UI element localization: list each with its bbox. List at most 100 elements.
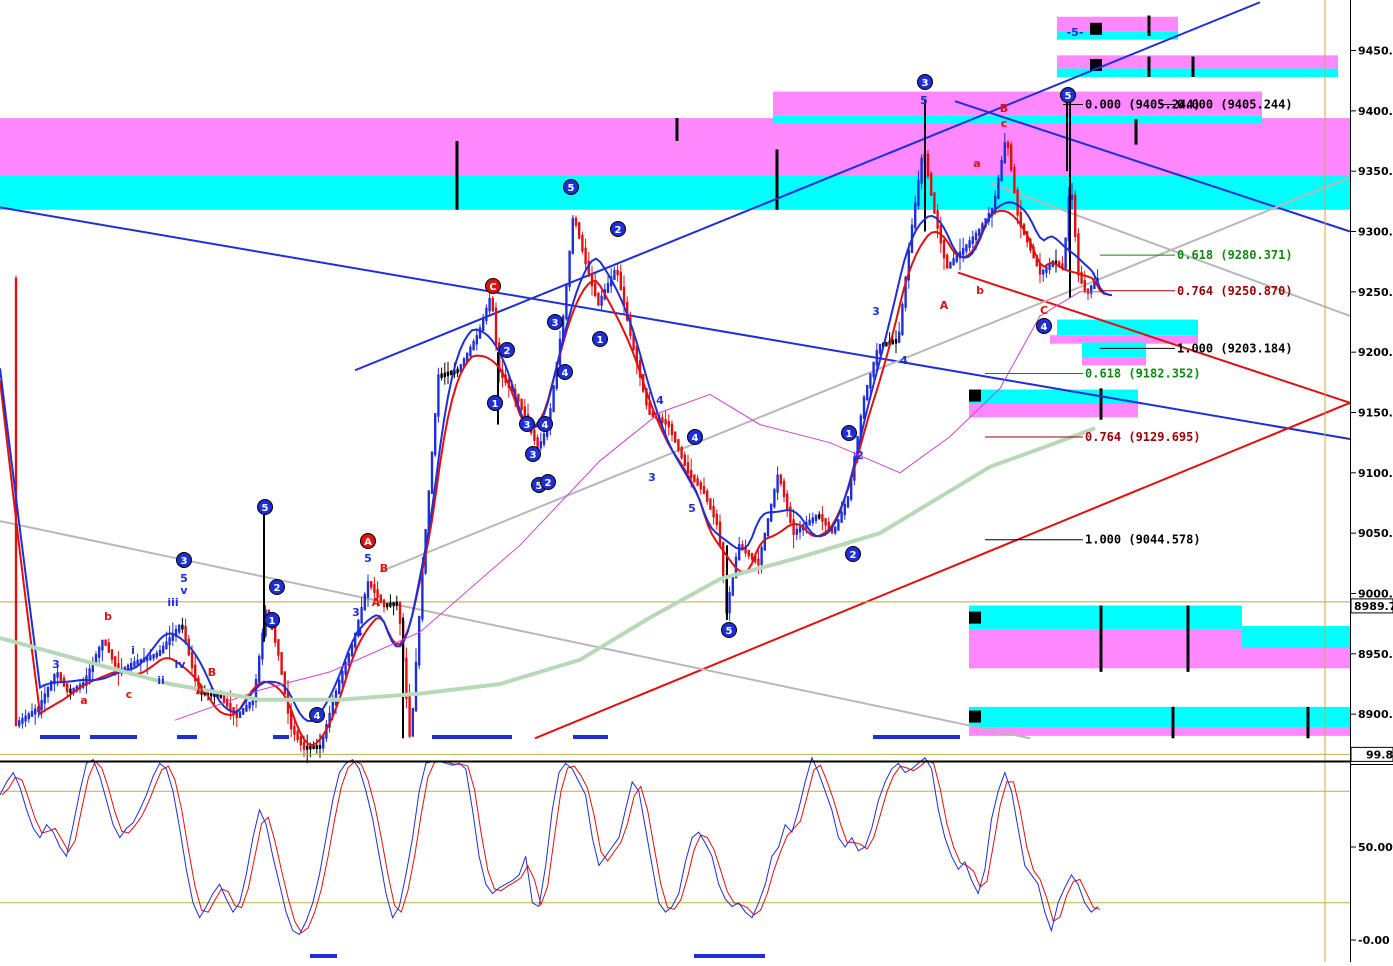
candle-body-221 <box>722 542 725 580</box>
candle-body-226 <box>738 544 741 561</box>
wave-text-41: A <box>372 596 381 609</box>
candle-body-123 <box>408 695 411 737</box>
candle-body-31 <box>114 656 117 667</box>
candle-body-132 <box>437 374 440 417</box>
candle-body-310 <box>1006 142 1010 149</box>
wave-circle-text-5: 2 <box>615 225 622 236</box>
price-tick-label-6: 9150.00 <box>1358 406 1393 419</box>
candle-body-65 <box>222 694 226 703</box>
candle-body-148 <box>488 297 491 312</box>
candle-body-165 <box>542 433 546 445</box>
wave-circle-text-7: 3 <box>552 318 559 329</box>
candle-body-219 <box>715 513 718 526</box>
fib-label-2: 0.618 (9280.371) <box>1177 248 1293 262</box>
candle-body-331 <box>1074 194 1077 237</box>
candle-body-111 <box>370 581 373 588</box>
wave-circle-text-23: 4 <box>1041 322 1048 333</box>
time-mark-1 <box>90 735 137 739</box>
candle-body-110 <box>366 581 370 598</box>
zone-marker-2 <box>969 389 981 402</box>
wave-text-28: v <box>180 584 188 597</box>
candle-body-44 <box>155 652 158 658</box>
candle-body-242 <box>789 506 792 523</box>
candle-body-45 <box>158 649 162 657</box>
candle-body-117 <box>389 602 392 607</box>
wave-text-33: 3 <box>52 658 60 671</box>
candle-body-73 <box>248 701 251 709</box>
candle-body-311 <box>1010 144 1013 171</box>
candle-body-124 <box>411 707 414 737</box>
candle-body-94 <box>315 745 318 750</box>
wave-circle-text-0: 3 <box>181 556 188 567</box>
candle-body-183 <box>600 295 603 306</box>
fib-label-1: 0.000 (9405.244) <box>1177 98 1293 112</box>
candle-body-187 <box>613 269 616 280</box>
candle-body-249 <box>811 517 814 524</box>
candle-body-267 <box>869 373 872 389</box>
candle-body-230 <box>750 552 754 560</box>
candle-body-82 <box>277 639 280 656</box>
candle-body-277 <box>901 304 904 336</box>
candle-body-256 <box>834 526 837 534</box>
wave-text-53: B <box>1000 102 1008 115</box>
candle-body-93 <box>312 745 315 750</box>
wave-circle-text-9: 2 <box>504 346 511 357</box>
zone-rect-12 <box>969 389 1138 405</box>
candle-body-134 <box>443 372 446 378</box>
candle-body-275 <box>894 339 898 344</box>
candle-body-66 <box>226 698 229 707</box>
candle-body-300 <box>974 232 978 241</box>
candle-body-312 <box>1013 166 1016 194</box>
candle-body-269 <box>875 350 878 366</box>
candle-body-175 <box>574 217 578 226</box>
wave-circle-text-16: 3 <box>524 420 531 431</box>
candle-body-115 <box>382 599 386 608</box>
candle-body-172 <box>565 283 568 320</box>
candle-body-28 <box>104 639 107 646</box>
wave-text-45: 3 <box>648 471 656 484</box>
fib-label-4: 1.000 (9203.184) <box>1177 341 1293 355</box>
candle-body-135 <box>446 371 450 377</box>
candle-body-147 <box>485 307 488 322</box>
candle-body-257 <box>837 519 840 531</box>
candle-body-207 <box>677 439 680 451</box>
wave-text-43: 4 <box>355 626 363 639</box>
stoch-time-mark-0 <box>310 954 337 958</box>
candle-body-235 <box>766 518 770 537</box>
candle-body-91 <box>306 745 309 750</box>
candle-body-109 <box>363 594 366 611</box>
candle-body-87 <box>293 725 296 735</box>
wave-text-57: -5- <box>1067 26 1084 39</box>
wave-text-55: b <box>976 284 984 297</box>
time-mark-4 <box>432 735 512 739</box>
wave-circle-text-21: 3 <box>922 78 929 89</box>
zone-rect-10 <box>1082 342 1146 357</box>
candle-body-188 <box>616 269 619 276</box>
wave-circle-text-12: 3 <box>530 450 537 461</box>
candle-body-335 <box>1086 288 1090 294</box>
stoch-current-label: 99.8 <box>1366 748 1393 761</box>
chart-canvas[interactable]: 0.000 (9405.244)0.000 (9405.244)0.618 (9… <box>0 0 1393 962</box>
candle-body-150 <box>494 307 498 347</box>
candle-body-52 <box>181 624 184 630</box>
wave-text-51: A <box>940 299 949 312</box>
candle-body-217 <box>709 498 712 510</box>
candle-body-102 <box>341 670 344 684</box>
wave-circle-text-6: 1 <box>597 335 604 346</box>
candle-body-133 <box>440 373 443 379</box>
candle-body-181 <box>594 282 597 297</box>
candle-body-6 <box>34 708 37 715</box>
price-axis-bg <box>1350 0 1393 962</box>
price-tick-label-3: 9300.00 <box>1358 226 1393 239</box>
candle-body-206 <box>674 431 677 443</box>
candle-body-266 <box>866 384 869 401</box>
candle-body-71 <box>242 707 245 715</box>
candle-body-29 <box>107 642 110 653</box>
candle-body-1 <box>18 720 21 727</box>
price-tick-label-7: 9100.00 <box>1358 467 1393 480</box>
candle-body-112 <box>373 584 376 593</box>
candle-body-27 <box>101 639 104 651</box>
candle-body-243 <box>792 519 795 535</box>
wave-text-37: B <box>208 666 216 679</box>
candle-body-173 <box>568 250 571 288</box>
